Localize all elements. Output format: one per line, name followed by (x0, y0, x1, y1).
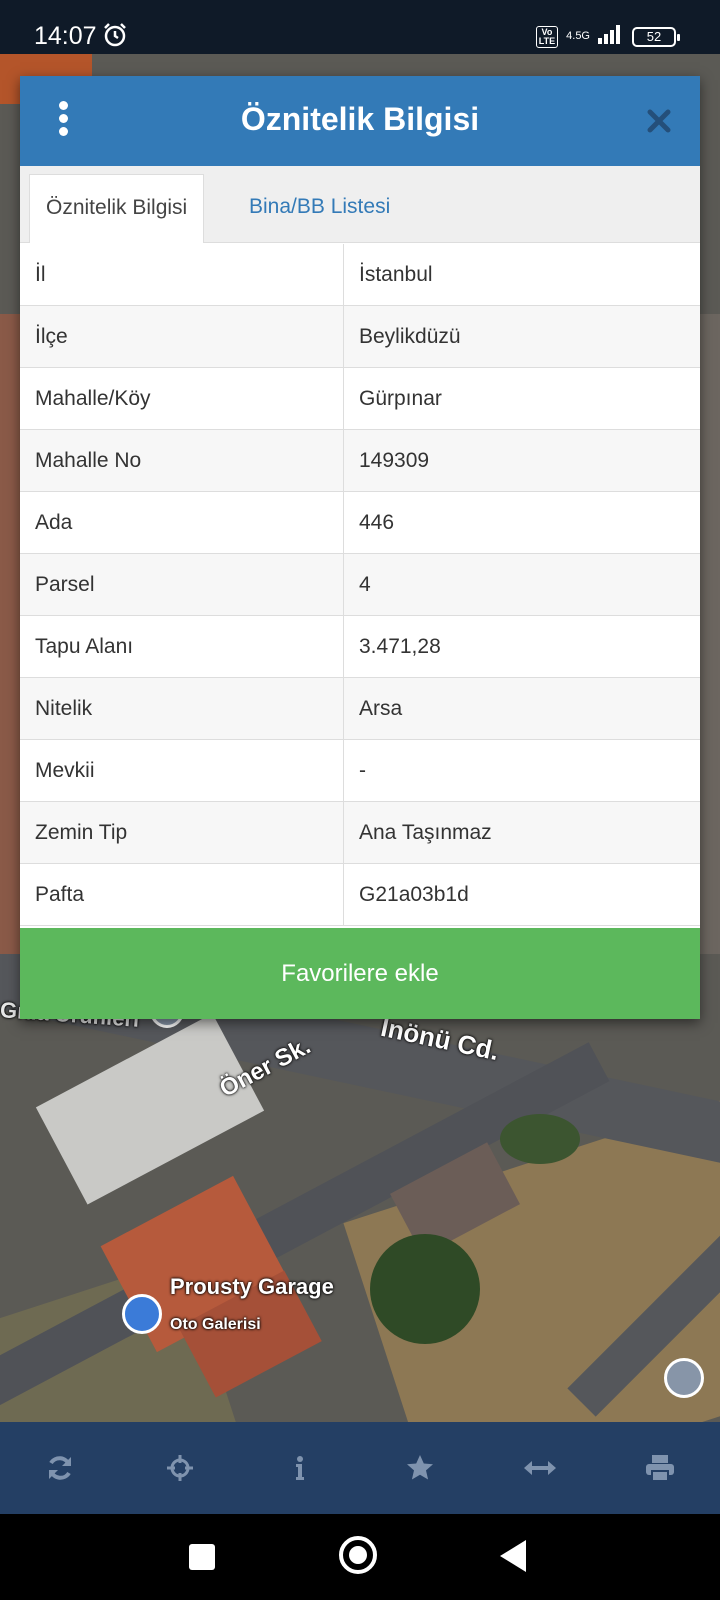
volte-icon: Vo LTE (535, 25, 559, 48)
attribute-key: Mahalle No (20, 430, 344, 491)
attribute-key: Mevkii (20, 740, 344, 801)
table-row: İl İstanbul (20, 244, 700, 306)
crosshair-icon[interactable] (150, 1438, 210, 1498)
map-pin-icon[interactable] (122, 1294, 162, 1334)
info-icon[interactable] (270, 1438, 330, 1498)
dialog-title: Öznitelik Bilgisi (240, 101, 480, 137)
measure-icon[interactable] (510, 1438, 570, 1498)
attribute-table: İl İstanbul İlçe Beylikdüzü Mahalle/Köy Gür… (20, 244, 700, 926)
map-building (0, 314, 22, 954)
map-pin-icon[interactable] (664, 1358, 704, 1398)
map-trees (500, 1114, 580, 1164)
print-icon[interactable] (630, 1438, 690, 1498)
map-label-oto: Oto Galerisi (170, 1316, 261, 1333)
attribute-value: Ana Taşınmaz (359, 821, 492, 844)
table-row: Mahalle/Köy Gürpınar (20, 368, 700, 430)
attribute-key: İlçe (20, 306, 344, 367)
attribute-key: Parsel (20, 554, 344, 615)
map-building (700, 314, 720, 954)
back-button[interactable] (500, 1540, 526, 1572)
attribute-dialog: Öznitelik Bilgisi Öznitelik Bilgisi Bina… (20, 76, 700, 1019)
table-row: Nitelik Arsa (20, 678, 700, 740)
map-trees (370, 1234, 480, 1344)
attribute-key: İl (20, 244, 344, 305)
attribute-value: Gürpınar (359, 387, 442, 410)
table-row: Zemin Tip Ana Taşınmaz (20, 802, 700, 864)
recents-button[interactable] (189, 1544, 215, 1570)
table-row: Parsel 4 (20, 554, 700, 616)
add-to-favorites-button[interactable]: Favorilere ekle (20, 928, 700, 1019)
table-row: Ada 446 (20, 492, 700, 554)
attribute-key: Mahalle/Köy (20, 368, 344, 429)
dialog-header: Öznitelik Bilgisi (20, 76, 700, 166)
table-row: Pafta G21a03b1d (20, 864, 700, 926)
close-icon[interactable] (642, 104, 676, 138)
table-row: İlçe Beylikdüzü (20, 306, 700, 368)
attribute-key: Ada (20, 492, 344, 553)
home-button[interactable] (339, 1536, 377, 1574)
signal-icon (598, 24, 624, 49)
table-row: Mevkii - (20, 740, 700, 802)
network-type: 4.5G (566, 30, 590, 42)
table-row: Mahalle No 149309 (20, 430, 700, 492)
tab-attribute-info[interactable]: Öznitelik Bilgisi (29, 174, 205, 243)
battery-icon: 52 (632, 26, 680, 47)
attribute-key: Pafta (20, 864, 344, 925)
attribute-value: Beylikdüzü (359, 325, 461, 348)
tab-building-list[interactable]: Bina/BB Listesi (233, 174, 406, 243)
attribute-value: 446 (359, 511, 395, 534)
attribute-value: G21a03b1d (359, 883, 469, 906)
attribute-value: İstanbul (359, 263, 433, 286)
attribute-key: Nitelik (20, 678, 344, 739)
attribute-value: 149309 (359, 449, 430, 472)
alarm-clock-icon (102, 22, 128, 53)
attribute-value: Arsa (359, 697, 403, 720)
attribute-key: Tapu Alanı (20, 616, 344, 677)
attribute-key: Zemin Tip (20, 802, 344, 863)
attribute-value: - (359, 759, 366, 782)
attribute-value: 3.471,28 (359, 635, 441, 658)
map-label-prousty: Prousty Garage (170, 1274, 334, 1299)
status-indicators: Vo LTE 4.5G 52 (535, 24, 680, 49)
table-row: Tapu Alanı 3.471,28 (20, 616, 700, 678)
attribute-value: 4 (359, 573, 371, 596)
system-nav-bar (0, 1514, 720, 1600)
star-icon[interactable] (390, 1438, 450, 1498)
tab-bar: Öznitelik Bilgisi Bina/BB Listesi (20, 166, 700, 243)
bottom-toolbar (0, 1422, 720, 1514)
status-time: 14:07 (34, 22, 97, 50)
refresh-icon[interactable] (30, 1438, 90, 1498)
